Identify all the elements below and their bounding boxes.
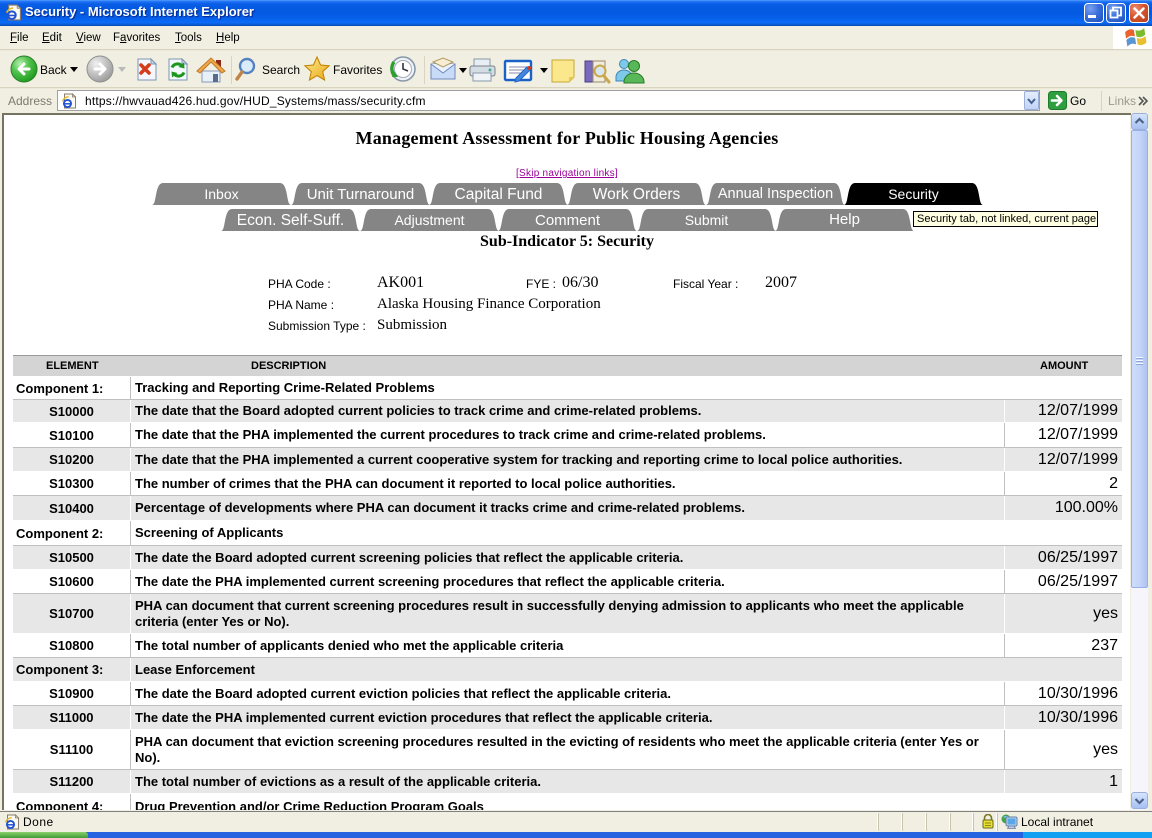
svg-text:Search: Search [262,63,300,77]
svg-text:Back: Back [40,63,68,77]
svg-text:Favorites: Favorites [333,63,382,77]
